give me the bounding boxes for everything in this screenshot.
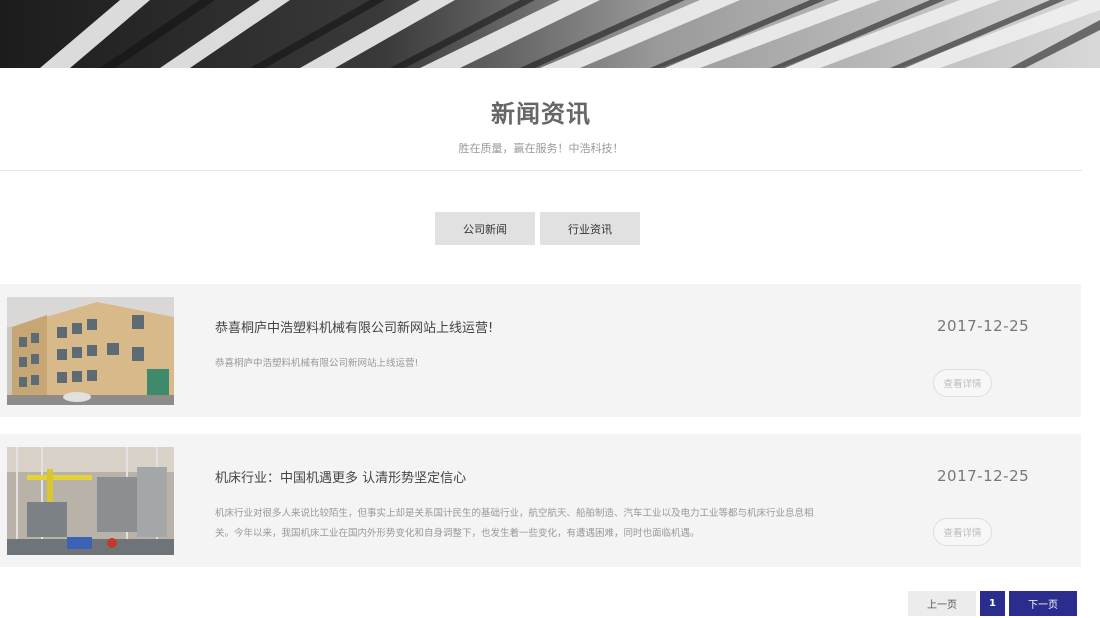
prev-page-button[interactable]: 上一页 xyxy=(908,591,976,616)
news-summary: 恭喜桐庐中浩塑料机械有限公司新网站上线运营! xyxy=(215,358,419,369)
page-subtitle: 胜在质量，赢在服务！中浩科技！ xyxy=(458,142,624,155)
pagination: 上一页 1 下一页 xyxy=(908,591,1077,616)
view-details-button[interactable]: 查看详情 xyxy=(933,518,992,546)
factory-building-image xyxy=(7,297,174,405)
news-date: 2017-12-25 xyxy=(937,317,1030,335)
page-number-current[interactable]: 1 xyxy=(980,591,1005,616)
category-tabs: 公司新闻 行业资讯 xyxy=(435,212,640,245)
news-thumbnail[interactable] xyxy=(7,447,174,555)
news-date: 2017-12-25 xyxy=(937,467,1030,485)
news-summary: 机床行业对很多人来说比较陌生，但事实上却是关系国计民生的基础行业，航空航天、船舶… xyxy=(215,508,814,539)
news-list-item[interactable]: 机床行业：中国机遇更多 认清形势坚定信心 机床行业对很多人来说比较陌生，但事实上… xyxy=(0,434,1081,567)
section-header: 新闻资讯 胜在质量，赢在服务！中浩科技！ xyxy=(0,68,1082,171)
view-details-button[interactable]: 查看详情 xyxy=(933,369,992,397)
news-title[interactable]: 机床行业：中国机遇更多 认清形势坚定信心 xyxy=(215,467,466,486)
news-title[interactable]: 恭喜桐庐中浩塑料机械有限公司新网站上线运营! xyxy=(215,317,493,336)
tab-company-news[interactable]: 公司新闻 xyxy=(435,212,535,245)
header-banner xyxy=(0,0,1100,68)
factory-machinery-image xyxy=(7,447,174,555)
tab-industry-news[interactable]: 行业资讯 xyxy=(540,212,640,245)
banner-image xyxy=(0,0,1100,68)
news-list-item[interactable]: 恭喜桐庐中浩塑料机械有限公司新网站上线运营! 恭喜桐庐中浩塑料机械有限公司新网站… xyxy=(0,284,1081,417)
page-title: 新闻资讯 xyxy=(491,100,591,128)
next-page-button[interactable]: 下一页 xyxy=(1009,591,1077,616)
news-thumbnail[interactable] xyxy=(7,297,174,405)
